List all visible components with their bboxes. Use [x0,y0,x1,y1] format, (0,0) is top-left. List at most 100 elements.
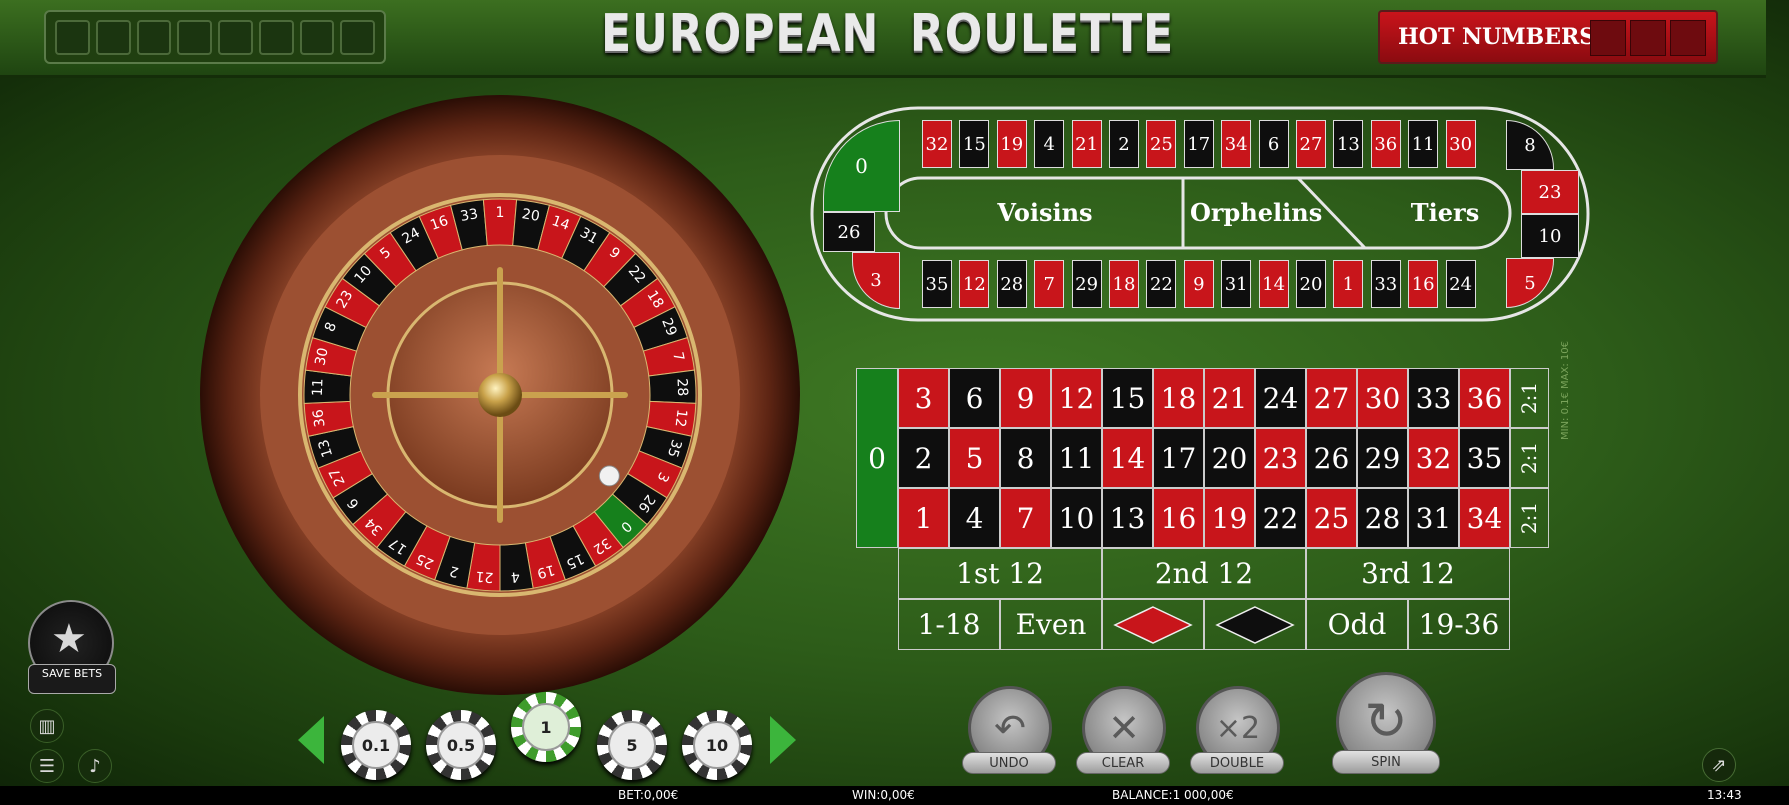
bet-even[interactable]: Even [1000,599,1102,650]
racetrack[interactable]: 0 26 3 8 23 10 5 Voisins Orphelins Tiers… [810,106,1590,322]
racetrack-23[interactable]: 23 [1521,170,1579,214]
racetrack-number[interactable]: 22 [1146,260,1177,308]
chip-5[interactable]: 5 [597,710,667,780]
racetrack-10[interactable]: 10 [1521,214,1579,258]
column-bet[interactable]: 2:1 [1510,488,1549,548]
table-number[interactable]: 11 [1051,428,1102,488]
table-number[interactable]: 22 [1255,488,1306,548]
table-number[interactable]: 15 [1102,368,1153,428]
racetrack-number[interactable]: 6 [1258,120,1289,168]
table-number[interactable]: 29 [1357,428,1408,488]
racetrack-number[interactable]: 14 [1258,260,1289,308]
racetrack-number[interactable]: 25 [1146,120,1177,168]
dozen-1[interactable]: 1st 12 [898,548,1102,599]
spin-label[interactable]: SPIN [1332,750,1440,774]
table-number[interactable]: 34 [1459,488,1510,548]
table-number[interactable]: 25 [1306,488,1357,548]
chip-0-5[interactable]: 0.5 [426,710,496,780]
section-voisins[interactable]: Voisins [950,198,1140,227]
section-tiers[interactable]: Tiers [1390,198,1500,227]
racetrack-26[interactable]: 26 [823,212,875,252]
racetrack-number[interactable]: 24 [1445,260,1476,308]
table-number[interactable]: 13 [1102,488,1153,548]
table-number[interactable]: 4 [949,488,1000,548]
table-zero[interactable]: 0 [856,368,898,548]
clear-label[interactable]: CLEAR [1076,752,1170,774]
racetrack-number[interactable]: 1 [1333,260,1364,308]
chip-scroll-right-arrow-icon[interactable] [770,716,796,764]
table-number[interactable]: 1 [898,488,949,548]
racetrack-number[interactable]: 15 [959,120,990,168]
betting-table[interactable]: 0 1st 12 2nd 12 3rd 12 1-18 Even Odd 19-… [856,368,1549,651]
sound-button[interactable]: ♪ [78,749,112,783]
table-number[interactable]: 21 [1204,368,1255,428]
racetrack-number[interactable]: 29 [1071,260,1102,308]
dozen-3[interactable]: 3rd 12 [1306,548,1510,599]
undo-label[interactable]: UNDO [962,752,1056,774]
table-number[interactable]: 5 [949,428,1000,488]
table-number[interactable]: 33 [1408,368,1459,428]
racetrack-number[interactable]: 11 [1408,120,1439,168]
racetrack-number[interactable]: 34 [1221,120,1252,168]
table-number[interactable]: 18 [1153,368,1204,428]
table-number[interactable]: 17 [1153,428,1204,488]
table-number[interactable]: 20 [1204,428,1255,488]
column-bet[interactable]: 2:1 [1510,428,1549,488]
table-number[interactable]: 31 [1408,488,1459,548]
table-number[interactable]: 10 [1051,488,1102,548]
table-number[interactable]: 32 [1408,428,1459,488]
table-number[interactable]: 23 [1255,428,1306,488]
dozen-2[interactable]: 2nd 12 [1102,548,1306,599]
racetrack-number[interactable]: 36 [1370,120,1401,168]
table-number[interactable]: 9 [1000,368,1051,428]
racetrack-number[interactable]: 20 [1296,260,1326,308]
racetrack-number[interactable]: 27 [1296,120,1326,168]
racetrack-number[interactable]: 18 [1109,260,1139,308]
bet-black[interactable] [1204,599,1306,650]
bet-1-18[interactable]: 1-18 [898,599,1000,650]
racetrack-number[interactable]: 35 [922,260,952,308]
menu-button[interactable]: ☰ [30,749,64,783]
hot-numbers-panel[interactable]: HOT NUMBERS [1378,10,1718,64]
statistics-button[interactable]: ▥ [30,709,64,743]
external-link-button[interactable]: ⇗ [1702,748,1736,782]
table-number[interactable]: 2 [898,428,949,488]
section-orphelins[interactable]: Orphelins [1190,198,1322,227]
racetrack-number[interactable]: 33 [1370,260,1401,308]
table-number[interactable]: 7 [1000,488,1051,548]
racetrack-number[interactable]: 21 [1071,120,1102,168]
table-number[interactable]: 12 [1051,368,1102,428]
chip-10[interactable]: 10 [682,710,752,780]
table-number[interactable]: 26 [1306,428,1357,488]
double-label[interactable]: DOUBLE [1190,752,1284,774]
table-number[interactable]: 14 [1102,428,1153,488]
racetrack-number[interactable]: 19 [996,120,1027,168]
table-number[interactable]: 36 [1459,368,1510,428]
racetrack-number[interactable]: 12 [959,260,990,308]
column-bet[interactable]: 2:1 [1510,368,1549,428]
racetrack-number[interactable]: 32 [922,120,952,168]
table-number[interactable]: 24 [1255,368,1306,428]
racetrack-number[interactable]: 7 [1034,260,1065,308]
racetrack-number[interactable]: 2 [1109,120,1139,168]
table-number[interactable]: 19 [1204,488,1255,548]
racetrack-number[interactable]: 31 [1221,260,1252,308]
table-number[interactable]: 28 [1357,488,1408,548]
table-number[interactable]: 27 [1306,368,1357,428]
bet-19-36[interactable]: 19-36 [1408,599,1510,650]
racetrack-number[interactable]: 13 [1333,120,1364,168]
bet-red[interactable] [1102,599,1204,650]
table-number[interactable]: 16 [1153,488,1204,548]
chip-1-selected[interactable]: 1 [511,692,581,762]
chip-scroll-left-arrow-icon[interactable] [298,716,324,764]
racetrack-number[interactable]: 30 [1445,120,1476,168]
chip-0-1[interactable]: 0.1 [341,710,411,780]
racetrack-number[interactable]: 4 [1034,120,1065,168]
table-number[interactable]: 30 [1357,368,1408,428]
table-number[interactable]: 6 [949,368,1000,428]
racetrack-number[interactable]: 9 [1183,260,1214,308]
save-bets-label[interactable]: SAVE BETS [28,664,116,694]
racetrack-number[interactable]: 16 [1408,260,1439,308]
bet-odd[interactable]: Odd [1306,599,1408,650]
table-number[interactable]: 35 [1459,428,1510,488]
